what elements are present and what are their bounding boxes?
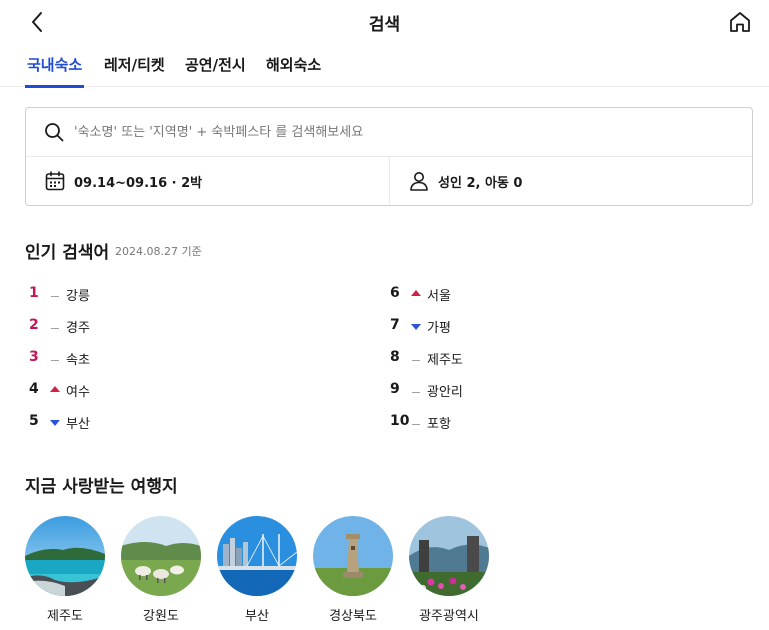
destination-jeju[interactable]: 제주도: [25, 516, 105, 628]
popular-search-label: 광안리: [427, 385, 463, 400]
trend-same-icon: [410, 383, 422, 397]
top-header: 검색: [0, 0, 769, 44]
destination-image-jeju: [25, 516, 105, 596]
calendar-icon: [45, 171, 65, 191]
destination-image-busan: [217, 516, 297, 596]
popular-search-item[interactable]: 10 포항: [390, 411, 690, 435]
tab-leisure-ticket[interactable]: 레저/티켓: [104, 54, 165, 87]
popular-search-label: 부산: [66, 417, 90, 432]
destination-label: 경상북도: [329, 609, 377, 624]
popular-search-label: 제주도: [427, 353, 463, 368]
loved-destinations-title: 지금 사랑받는 여행지: [25, 477, 178, 497]
search-row[interactable]: [26, 108, 752, 157]
popular-search-item[interactable]: 5 부산: [29, 411, 329, 435]
popular-search-label: 가평: [427, 321, 451, 336]
destination-gangwon[interactable]: 강원도: [121, 516, 201, 628]
rank-number: 9: [390, 381, 400, 397]
trend-same-icon: [49, 287, 61, 301]
destination-label: 광주광역시: [419, 609, 479, 624]
tab-overseas-stay[interactable]: 해외숙소: [266, 54, 321, 87]
trend-same-icon: [410, 415, 422, 429]
rank-number: 5: [29, 413, 39, 429]
destination-image-gwangju: [409, 516, 489, 596]
popular-search-item[interactable]: 3 속초: [29, 347, 329, 371]
page-title: 검색: [368, 15, 401, 35]
rank-number: 8: [390, 349, 400, 365]
trend-up-icon: [410, 287, 422, 301]
destination-label: 제주도: [47, 609, 83, 624]
popular-search-item[interactable]: 1 강릉: [29, 283, 329, 307]
popular-search-label: 여수: [66, 385, 90, 400]
destination-gyeongbuk[interactable]: 경상북도: [313, 516, 393, 628]
popular-search-label: 강릉: [66, 289, 90, 304]
destination-label: 강원도: [143, 609, 179, 624]
destination-busan[interactable]: 부산: [217, 516, 297, 628]
trend-down-icon: [49, 415, 61, 429]
rank-number: 7: [390, 317, 400, 333]
popular-searches-date: 2024.08.27 기준: [115, 245, 202, 258]
rank-number: 3: [29, 349, 39, 365]
trend-down-icon: [410, 319, 422, 333]
search-icon: [45, 123, 64, 142]
home-icon: [730, 12, 750, 32]
destination-label: 부산: [245, 609, 269, 624]
rank-number: 1: [29, 285, 39, 301]
rank-number: 2: [29, 317, 39, 333]
guest-count-text: 성인 2, 아동 0: [438, 176, 523, 191]
destination-image-gangwon: [121, 516, 201, 596]
search-input[interactable]: [74, 120, 724, 144]
person-icon: [410, 172, 428, 191]
rank-number: 6: [390, 285, 400, 301]
popular-search-item[interactable]: 7 가평: [390, 315, 690, 339]
popular-search-item[interactable]: 6 서울: [390, 283, 690, 307]
tab-domestic-stay[interactable]: 국내숙소: [24, 54, 85, 88]
popular-search-label: 경주: [66, 321, 90, 336]
trend-same-icon: [410, 351, 422, 365]
home-button[interactable]: [726, 8, 754, 36]
search-panel: 09.14~09.16 · 2박 성인 2, 아동 0: [25, 107, 753, 206]
guest-selector[interactable]: 성인 2, 아동 0: [390, 157, 752, 205]
destination-gwangju[interactable]: 광주광역시: [409, 516, 489, 628]
trend-up-icon: [49, 383, 61, 397]
trend-same-icon: [49, 351, 61, 365]
popular-search-item[interactable]: 9 광안리: [390, 379, 690, 403]
popular-searches-title: 인기 검색어: [25, 243, 110, 263]
popular-search-item[interactable]: 2 경주: [29, 315, 329, 339]
popular-search-label: 속초: [66, 353, 90, 368]
destination-image-gyeongbuk: [313, 516, 393, 596]
rank-number: 10: [390, 413, 410, 429]
category-tabs: 국내숙소 레저/티켓 공연/전시 해외숙소: [0, 44, 769, 88]
popular-search-item[interactable]: 8 제주도: [390, 347, 690, 371]
tab-performance-exhibition[interactable]: 공연/전시: [185, 54, 246, 87]
date-range-selector[interactable]: 09.14~09.16 · 2박: [26, 157, 390, 205]
popular-search-label: 포항: [427, 417, 451, 432]
rank-number: 4: [29, 381, 39, 397]
date-range-text: 09.14~09.16 · 2박: [74, 176, 203, 191]
popular-search-label: 서울: [427, 289, 451, 304]
trend-same-icon: [49, 319, 61, 333]
popular-search-item[interactable]: 4 여수: [29, 379, 329, 403]
